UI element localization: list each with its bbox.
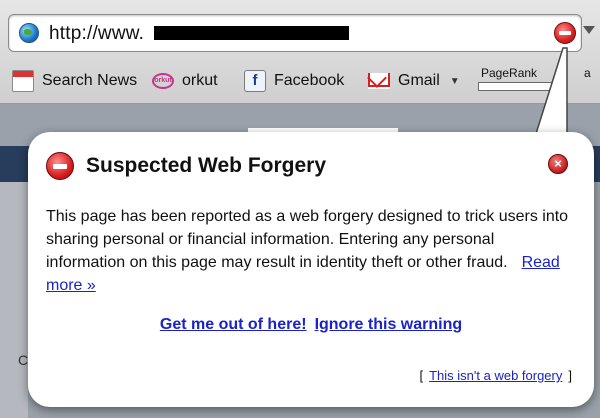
get-me-out-link[interactable]: Get me out of here! [160, 316, 307, 333]
bookmark-label: Gmail [398, 72, 440, 89]
facebook-icon: f [244, 70, 266, 92]
pagerank-label: PageRank [481, 66, 538, 80]
bookmark-label: Search News [42, 72, 138, 89]
warning-body: This page has been reported as a web for… [46, 208, 569, 271]
bookmark-search-news[interactable]: Search News [12, 68, 137, 94]
bookmark-label: Facebook [274, 72, 345, 89]
page-edge-text: C [18, 352, 29, 368]
stop-icon [46, 152, 74, 180]
bookmark-facebook[interactable]: f Facebook [244, 68, 344, 94]
warning-message: This page has been reported as a web for… [46, 205, 571, 297]
bracket-close: ] [568, 368, 572, 383]
calendar-icon [12, 70, 34, 92]
close-icon[interactable]: × [548, 154, 568, 174]
url-text[interactable]: http://www. [49, 23, 144, 45]
not-forgery-link[interactable]: This isn't a web forgery [429, 368, 562, 383]
bookmark-label: orkut [182, 72, 218, 89]
forgery-warning-panel: Suspected Web Forgery × This page has be… [28, 132, 594, 407]
bookmark-orkut[interactable]: orkut orkut [152, 68, 218, 94]
chevron-down-icon[interactable] [583, 26, 595, 34]
chevron-down-icon[interactable]: ▼ [450, 76, 460, 87]
toolbar-overflow-text: a [584, 66, 591, 80]
gmail-icon [368, 73, 390, 89]
orkut-icon: orkut [152, 73, 174, 89]
url-redaction [154, 26, 349, 40]
browser-toolbar: http://www. Search News orkut orkut f Fa… [0, 0, 600, 104]
globe-icon [19, 23, 39, 43]
bracket-open: [ [419, 368, 424, 383]
ignore-warning-link[interactable]: Ignore this warning [315, 316, 463, 333]
bookmark-gmail[interactable]: Gmail ▼ [368, 68, 460, 94]
forgery-stop-icon[interactable] [554, 22, 576, 44]
warning-actions: Get me out of here! Ignore this warning [28, 316, 594, 334]
warning-title: Suspected Web Forgery [86, 154, 327, 177]
page-edge: C [0, 182, 28, 418]
pagerank-bar [478, 82, 560, 91]
address-bar[interactable]: http://www. [8, 14, 582, 52]
pagerank-widget[interactable]: PageRank [478, 66, 562, 94]
not-forgery-row: [ This isn't a web forgery] [419, 368, 572, 383]
